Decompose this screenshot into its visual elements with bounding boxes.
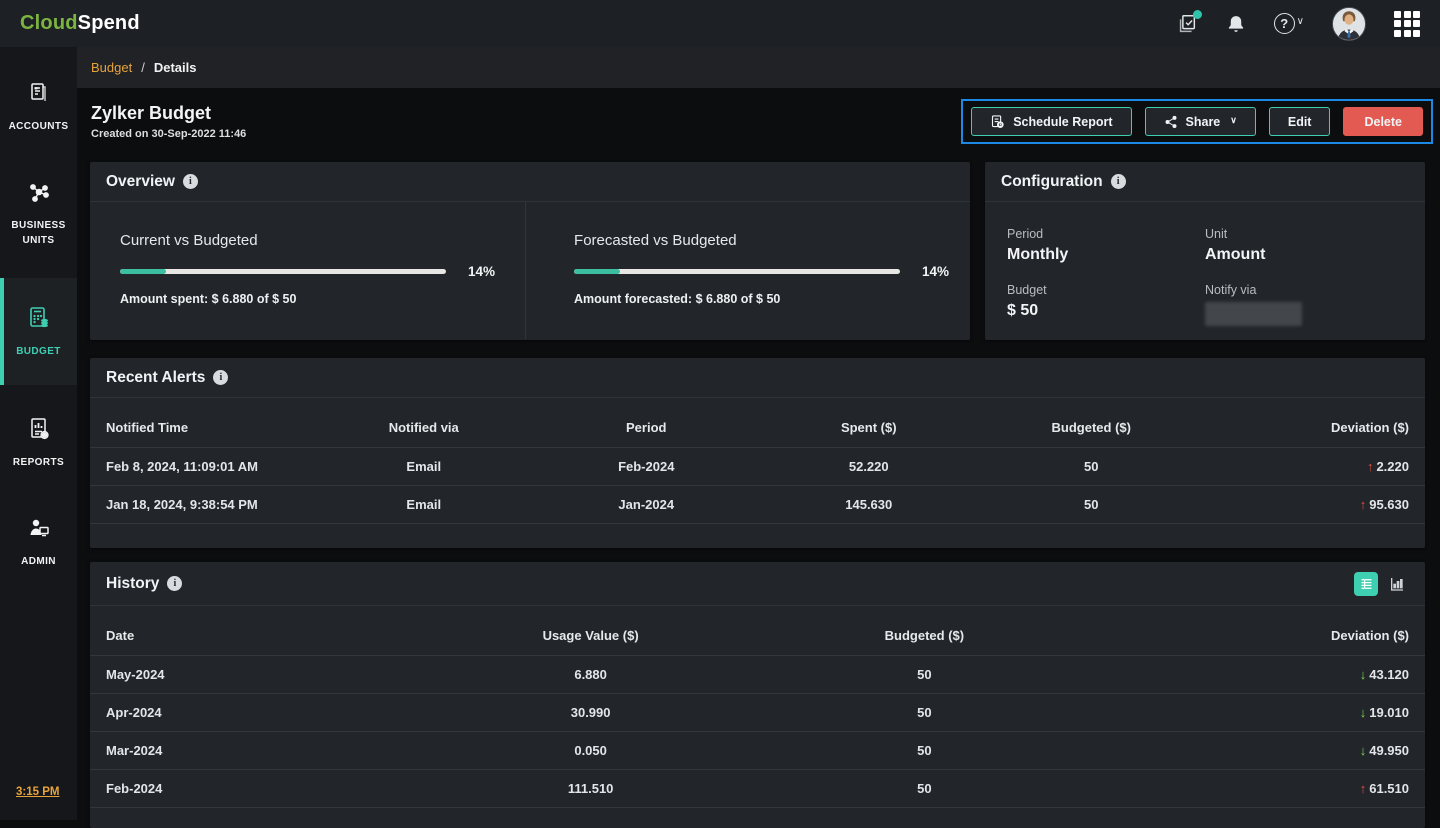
table-header-row: Date Usage Value ($) Budgeted ($) Deviat… [90, 616, 1425, 656]
sidebar-item-reports[interactable]: REPORTS [0, 401, 77, 484]
config-field-notify-via: Notify via [1205, 283, 1403, 326]
budget-icon [25, 304, 53, 337]
overview-card: Overview i Current vs Budgeted 14% Amoun… [90, 162, 970, 340]
info-icon[interactable]: i [167, 576, 182, 591]
current-vs-budgeted-metric: Current vs Budgeted 14% Amount spent: $ … [90, 202, 525, 339]
recent-alerts-card-header: Recent Alerts i [90, 358, 1425, 398]
reports-icon [25, 415, 53, 448]
notify-via-redacted-value [1205, 302, 1302, 326]
configuration-title: Configuration [1001, 173, 1103, 191]
deviation-arrow-icon: ↑ [1360, 497, 1367, 512]
progress-percent: 14% [468, 264, 495, 279]
recent-alerts-title: Recent Alerts [106, 369, 205, 387]
table-row[interactable]: Mar-2024 0.050 50 ↓49.950 [90, 732, 1425, 770]
metric-label: Current vs Budgeted [120, 232, 495, 249]
table-row[interactable]: Jan 18, 2024, 9:38:54 PM Email Jan-2024 … [90, 486, 1425, 524]
history-title: History [106, 575, 159, 593]
info-icon[interactable]: i [213, 370, 228, 385]
notification-dot [1193, 10, 1202, 19]
logo-spend-text: Spend [78, 12, 140, 34]
chart-view-toggle-icon[interactable] [1385, 572, 1409, 596]
overview-card-header: Overview i [90, 162, 970, 202]
breadcrumb-separator: / [141, 60, 145, 75]
amount-spent-caption: Amount spent: $ 6.880 of $ 50 [120, 292, 495, 306]
topbar: CloudSpend ? ∨ [0, 0, 1440, 47]
history-view-toggles [1354, 572, 1409, 596]
table-row[interactable]: Feb 8, 2024, 11:09:01 AM Email Feb-2024 … [90, 448, 1425, 486]
apps-grid-icon[interactable] [1394, 11, 1420, 37]
history-table: Date Usage Value ($) Budgeted ($) Deviat… [90, 616, 1425, 808]
accounts-icon [25, 79, 53, 112]
breadcrumb-current: Details [154, 60, 197, 75]
recent-alerts-card: Recent Alerts i Notified Time Notified v… [90, 358, 1425, 548]
configuration-card-header: Configuration i [985, 162, 1425, 202]
feedback-notes-icon[interactable] [1176, 13, 1198, 35]
page-title-block: Zylker Budget Created on 30-Sep-2022 11:… [91, 103, 246, 140]
table-row[interactable]: Feb-2024 111.510 50 ↑61.510 [90, 770, 1425, 808]
config-field-unit: Unit Amount [1205, 227, 1403, 264]
config-field-period: Period Monthly [1007, 227, 1205, 264]
deviation-arrow-icon: ↓ [1360, 667, 1367, 682]
sidebar-item-budget[interactable]: BUDGET [0, 278, 77, 385]
user-avatar[interactable] [1332, 7, 1366, 41]
sidebar: ACCOUNTS BUSINESS UNITS [0, 47, 77, 820]
recent-alerts-table: Notified Time Notified via Period Spent … [90, 408, 1425, 524]
table-row[interactable]: May-2024 6.880 50 ↓43.120 [90, 656, 1425, 694]
history-card-header: History i [90, 562, 1425, 606]
overview-title: Overview [106, 173, 175, 191]
table-row[interactable]: Apr-2024 30.990 50 ↓19.010 [90, 694, 1425, 732]
sidebar-item-admin[interactable]: ADMIN [0, 500, 77, 583]
table-view-toggle-icon[interactable] [1354, 572, 1378, 596]
share-icon [1164, 115, 1178, 129]
topbar-actions: ? ∨ [1176, 7, 1420, 41]
breadcrumb-budget-link[interactable]: Budget [91, 60, 132, 75]
sidebar-item-accounts[interactable]: ACCOUNTS [0, 65, 77, 148]
deviation-arrow-icon: ↑ [1360, 781, 1367, 796]
cloudspend-logo[interactable]: CloudSpend [20, 12, 140, 35]
history-card: History i Date Usage Value [90, 562, 1425, 828]
deviation-arrow-icon: ↓ [1360, 705, 1367, 720]
deviation-arrow-icon: ↓ [1360, 743, 1367, 758]
share-button[interactable]: Share ∨ [1145, 107, 1256, 136]
edit-button[interactable]: Edit [1269, 107, 1331, 136]
sidebar-item-business-units[interactable]: BUSINESS UNITS [0, 164, 77, 262]
progress-bar [120, 269, 446, 274]
business-units-icon [25, 178, 53, 211]
schedule-report-button[interactable]: Schedule Report [971, 107, 1131, 136]
chevron-down-icon: ∨ [1297, 16, 1304, 27]
chevron-down-icon: ∨ [1230, 115, 1237, 126]
info-icon[interactable]: i [183, 174, 198, 189]
page-title: Zylker Budget [91, 103, 246, 124]
admin-icon [25, 514, 53, 547]
progress-bar [574, 269, 900, 274]
metric-label: Forecasted vs Budgeted [574, 232, 949, 249]
deviation-arrow-icon: ↑ [1367, 459, 1374, 474]
info-icon[interactable]: i [1111, 174, 1126, 189]
amount-forecasted-caption: Amount forecasted: $ 6.880 of $ 50 [574, 292, 949, 306]
schedule-report-icon [990, 114, 1005, 129]
help-icon[interactable]: ? ∨ [1274, 13, 1304, 34]
session-time-link[interactable]: 3:15 PM [16, 786, 59, 798]
config-field-budget: Budget $ 50 [1007, 283, 1205, 326]
logo-cloud-text: Cloud [20, 12, 78, 34]
created-on-text: Created on 30-Sep-2022 11:46 [91, 128, 246, 140]
progress-percent: 14% [922, 264, 949, 279]
table-header-row: Notified Time Notified via Period Spent … [90, 408, 1425, 448]
configuration-card: Configuration i Period Monthly Unit Amou… [985, 162, 1425, 340]
breadcrumb: Budget / Details [77, 47, 1440, 88]
notifications-bell-icon[interactable] [1226, 13, 1246, 35]
action-buttons-highlight-box: Schedule Report Share ∨ Edit Delete [961, 99, 1433, 144]
forecasted-vs-budgeted-metric: Forecasted vs Budgeted 14% Amount foreca… [525, 202, 979, 339]
delete-button[interactable]: Delete [1343, 107, 1423, 136]
